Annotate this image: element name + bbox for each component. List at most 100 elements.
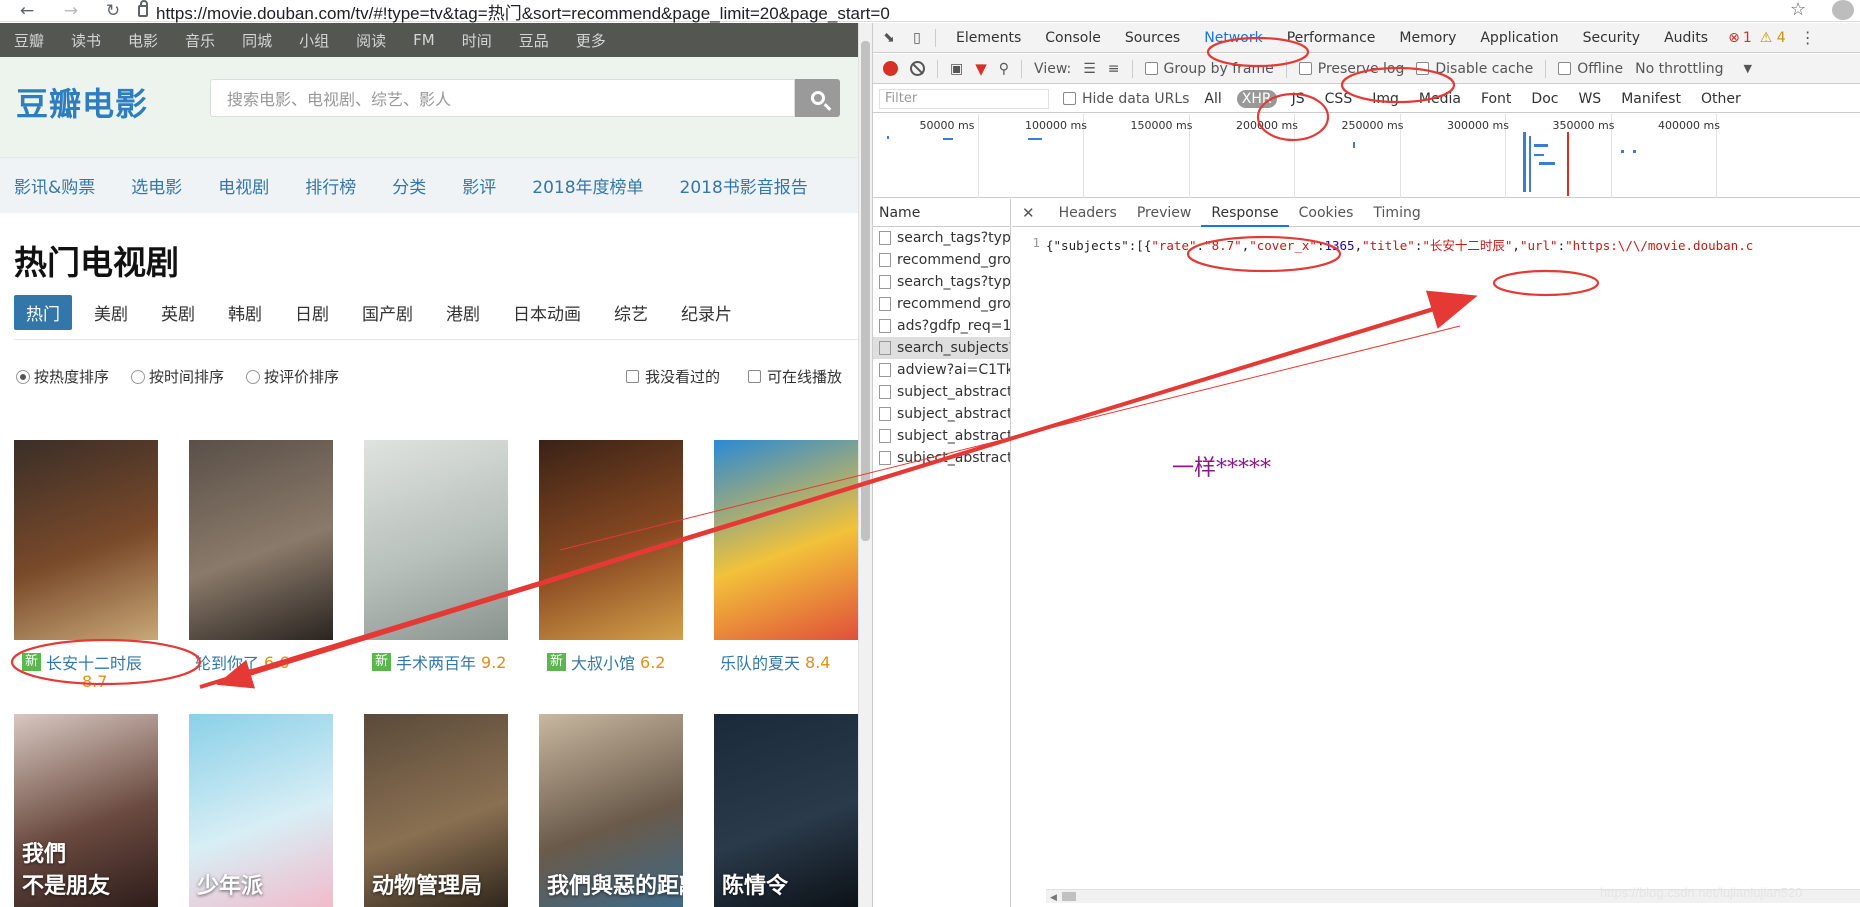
devtools-tab[interactable]: Application [1468, 30, 1570, 46]
show-poster[interactable]: 陈情令 [714, 714, 858, 907]
search-icon[interactable]: ⚲ [999, 61, 1009, 77]
top-nav-item[interactable]: 阅读 [356, 30, 386, 51]
top-nav-item[interactable]: FM [413, 31, 435, 49]
show-poster[interactable]: 我們與惡的距離 [539, 714, 683, 907]
forward-icon[interactable]: → [58, 0, 84, 22]
large-rows-icon[interactable]: ☰ [1083, 61, 1096, 77]
disable-cache-checkbox[interactable]: Disable cache [1416, 61, 1533, 77]
error-count[interactable]: ⊗ 1 [1728, 30, 1752, 46]
sub-nav-item[interactable]: 2018年度榜单 [532, 173, 643, 198]
show-title[interactable]: 乐队的夏天 [720, 650, 800, 674]
radio-button[interactable] [246, 369, 261, 384]
top-nav-item[interactable]: 小组 [299, 30, 329, 51]
show-title[interactable]: 长安十二时辰 [46, 650, 142, 674]
devtools-tab[interactable]: Security [1571, 30, 1653, 46]
top-nav-item[interactable]: 时间 [462, 30, 492, 51]
sort-option[interactable]: 按时间排序 [131, 366, 224, 387]
show-poster[interactable] [714, 440, 858, 640]
show-title[interactable]: 手术两百年 [396, 650, 476, 674]
show-poster[interactable] [189, 440, 333, 640]
show-caption[interactable]: 新手术两百年 9.2 [372, 650, 506, 674]
request-row[interactable]: subject_abstract?... [873, 447, 1010, 469]
resource-type-filter[interactable]: Media [1414, 90, 1466, 108]
resource-type-filter[interactable]: WS [1573, 90, 1606, 108]
resource-type-filter[interactable]: All [1199, 90, 1226, 108]
show-caption[interactable]: 乐队的夏天 8.4 [720, 650, 830, 674]
tag-item[interactable]: 日剧 [295, 298, 329, 327]
search-button[interactable] [795, 79, 840, 117]
sort-option[interactable]: 按评价排序 [246, 366, 339, 387]
devtools-tab[interactable]: Network [1192, 30, 1274, 46]
scrollbar-thumb[interactable] [861, 41, 870, 541]
request-row[interactable]: ads?gdfp_req=1... [873, 315, 1010, 337]
detail-tab[interactable]: Cookies [1289, 205, 1364, 221]
profile-avatar[interactable] [1832, 0, 1854, 20]
device-toolbar-icon[interactable]: ▯ [907, 29, 927, 47]
sub-nav-item[interactable]: 2018书影音报告 [680, 173, 808, 198]
tag-item[interactable]: 国产剧 [362, 298, 413, 327]
checkbox-box[interactable] [1558, 62, 1572, 75]
back-icon[interactable]: ← [14, 0, 40, 22]
filter-checkbox[interactable]: 我没看过的 [626, 366, 720, 387]
show-title[interactable]: 轮到你了 [195, 650, 259, 674]
request-row[interactable]: search_subjects?t... [873, 337, 1010, 359]
preserve-log-checkbox[interactable]: Preserve log [1298, 61, 1404, 77]
detail-tab[interactable]: Preview [1127, 205, 1202, 221]
bookmark-star-icon[interactable]: ☆ [1790, 0, 1806, 20]
top-nav-item[interactable]: 音乐 [185, 30, 215, 51]
request-row[interactable]: search_tags?type... [873, 227, 1010, 249]
throttling-select[interactable]: No throttling ▼ [1635, 61, 1752, 77]
inspect-element-icon[interactable]: ⬊ [879, 29, 899, 47]
top-nav-item[interactable]: 更多 [576, 30, 606, 51]
reload-icon[interactable]: ↻ [100, 0, 126, 22]
waterfall-icon[interactable]: ≡ [1108, 61, 1120, 77]
show-caption[interactable]: 新长安十二时辰 8.7 [22, 650, 142, 691]
record-icon[interactable] [883, 61, 898, 76]
show-caption[interactable]: 新大叔小馆 6.2 [547, 650, 665, 674]
filter-input[interactable]: Filter [879, 88, 1049, 109]
sort-option[interactable]: 按热度排序 [16, 366, 109, 387]
sub-nav-item[interactable]: 影评 [462, 173, 496, 198]
resource-type-filter[interactable]: Img [1367, 90, 1404, 108]
detail-tab[interactable]: Response [1201, 205, 1289, 227]
show-poster[interactable] [539, 440, 683, 640]
scrollbar-thumb[interactable] [1062, 892, 1076, 901]
checkbox-box[interactable] [1298, 62, 1312, 75]
detail-tab[interactable]: Timing [1363, 205, 1430, 221]
request-row[interactable]: search_tags?type... [873, 271, 1010, 293]
resource-type-filter[interactable]: JS [1287, 90, 1310, 108]
request-row[interactable]: subject_abstract?... [873, 425, 1010, 447]
scroll-left-icon[interactable]: ◀ [1050, 893, 1057, 903]
top-nav-item[interactable]: 读书 [71, 30, 101, 51]
show-poster[interactable] [364, 440, 508, 640]
sub-nav-item[interactable]: 影讯&购票 [14, 173, 95, 198]
resource-type-filter[interactable]: XHR [1236, 89, 1277, 108]
resource-type-filter[interactable]: Font [1476, 90, 1516, 108]
top-nav-item[interactable]: 豆品 [519, 30, 549, 51]
checkbox-box[interactable] [748, 370, 762, 383]
tag-item[interactable]: 综艺 [614, 298, 648, 327]
resource-type-filter[interactable]: Doc [1526, 90, 1563, 108]
devtools-tab[interactable]: Sources [1113, 30, 1192, 46]
url-field[interactable]: https://movie.douban.com/tv/#!type=tv&ta… [138, 0, 1828, 23]
more-options-icon[interactable]: ⋮ [1800, 28, 1816, 47]
sub-nav-item[interactable]: 分类 [392, 173, 426, 198]
close-icon[interactable]: ✕ [1022, 204, 1035, 222]
resource-type-filter[interactable]: CSS [1320, 90, 1358, 108]
show-poster[interactable]: 动物管理局 [364, 714, 508, 907]
request-row[interactable]: adview?ai=C1Tkq... [873, 359, 1010, 381]
sub-nav-item[interactable]: 选电影 [131, 173, 182, 198]
tag-item[interactable]: 韩剧 [228, 298, 262, 327]
tag-item[interactable]: 日本动画 [513, 298, 581, 327]
devtools-tab[interactable]: Elements [944, 30, 1033, 46]
checkbox-box[interactable] [1144, 62, 1158, 75]
radio-button[interactable] [16, 369, 30, 384]
douban-movie-logo[interactable]: 豆瓣电影 [16, 79, 148, 125]
sub-nav-item[interactable]: 电视剧 [218, 173, 269, 198]
request-row[interactable]: recommend_gro... [873, 249, 1010, 271]
request-row[interactable]: recommend_gro... [873, 293, 1010, 315]
filter-icon[interactable]: ▼ [975, 60, 987, 78]
network-overview-timeline[interactable]: 50000 ms 100000 ms 150000 ms 200000 ms 25000… [873, 114, 1860, 198]
top-nav-item[interactable]: 豆瓣 [14, 30, 44, 51]
devtools-tab[interactable]: Performance [1275, 30, 1388, 46]
